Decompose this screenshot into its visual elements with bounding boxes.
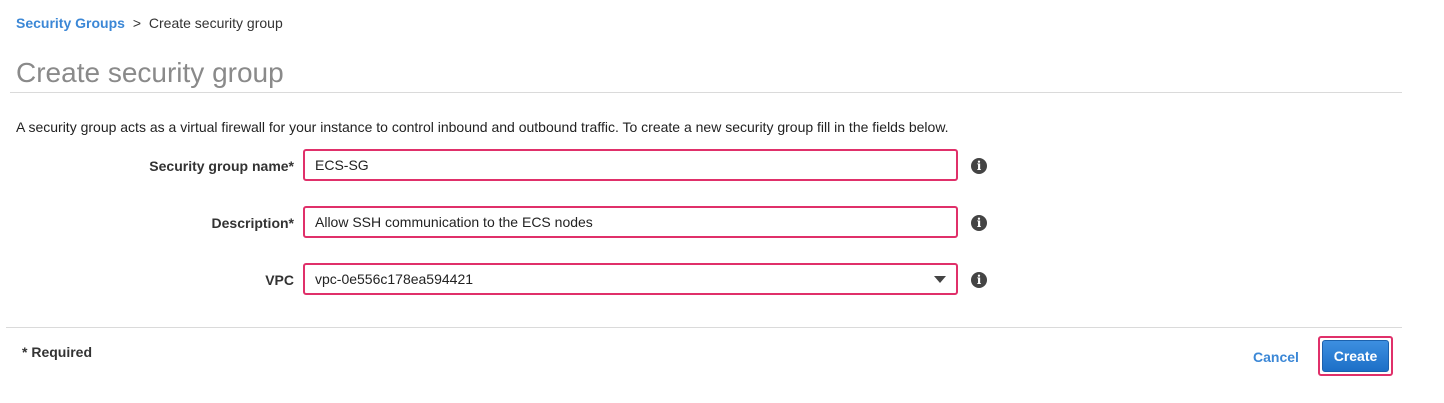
security-group-name-field (303, 149, 958, 181)
cancel-button[interactable]: Cancel (1253, 348, 1299, 366)
info-icon[interactable]: i (971, 272, 987, 288)
intro-text: A security group acts as a virtual firew… (16, 119, 949, 135)
security-group-name-input[interactable] (305, 151, 956, 179)
chevron-down-icon (934, 276, 946, 283)
title-divider (10, 92, 1402, 93)
breadcrumb: Security Groups > Create security group (16, 14, 283, 32)
info-icon[interactable]: i (971, 215, 987, 231)
description-label: Description* (211, 215, 294, 231)
footer-divider (6, 327, 1402, 328)
create-button-highlight: Create (1318, 336, 1393, 376)
breadcrumb-current: Create security group (148, 15, 283, 31)
page-title: Create security group (16, 57, 284, 88)
description-field (303, 206, 958, 238)
vpc-selected-value: vpc-0e556c178ea594421 (315, 271, 474, 287)
vpc-label: VPC (265, 272, 294, 288)
required-note: * Required (22, 344, 93, 360)
breadcrumb-security-groups-link[interactable]: Security Groups (16, 15, 125, 31)
info-icon[interactable]: i (971, 158, 987, 174)
create-button[interactable]: Create (1322, 340, 1389, 372)
breadcrumb-separator: > (132, 15, 141, 31)
vpc-select[interactable]: vpc-0e556c178ea594421 (303, 263, 958, 295)
security-group-name-label: Security group name* (149, 158, 294, 174)
description-input[interactable] (305, 208, 956, 236)
